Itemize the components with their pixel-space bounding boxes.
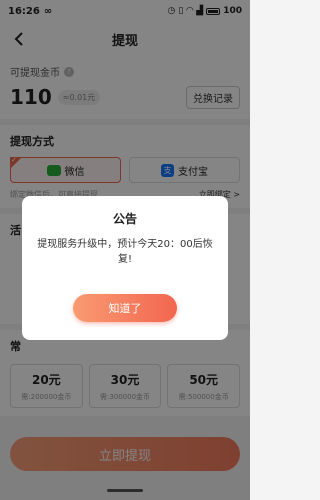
dialog-body: 提现服务升级中，预计今天20：00后恢复! — [37, 239, 213, 265]
dialog-title: 公告 — [112, 212, 137, 226]
announcement-dialog: 公告 提现服务升级中，预计今天20：00后恢复! 知道了 — [22, 196, 228, 340]
got-it-button[interactable]: 知道了 — [73, 294, 177, 322]
modal-overlay[interactable]: 公告 提现服务升级中，预计今天20：00后恢复! 知道了 — [0, 0, 250, 500]
